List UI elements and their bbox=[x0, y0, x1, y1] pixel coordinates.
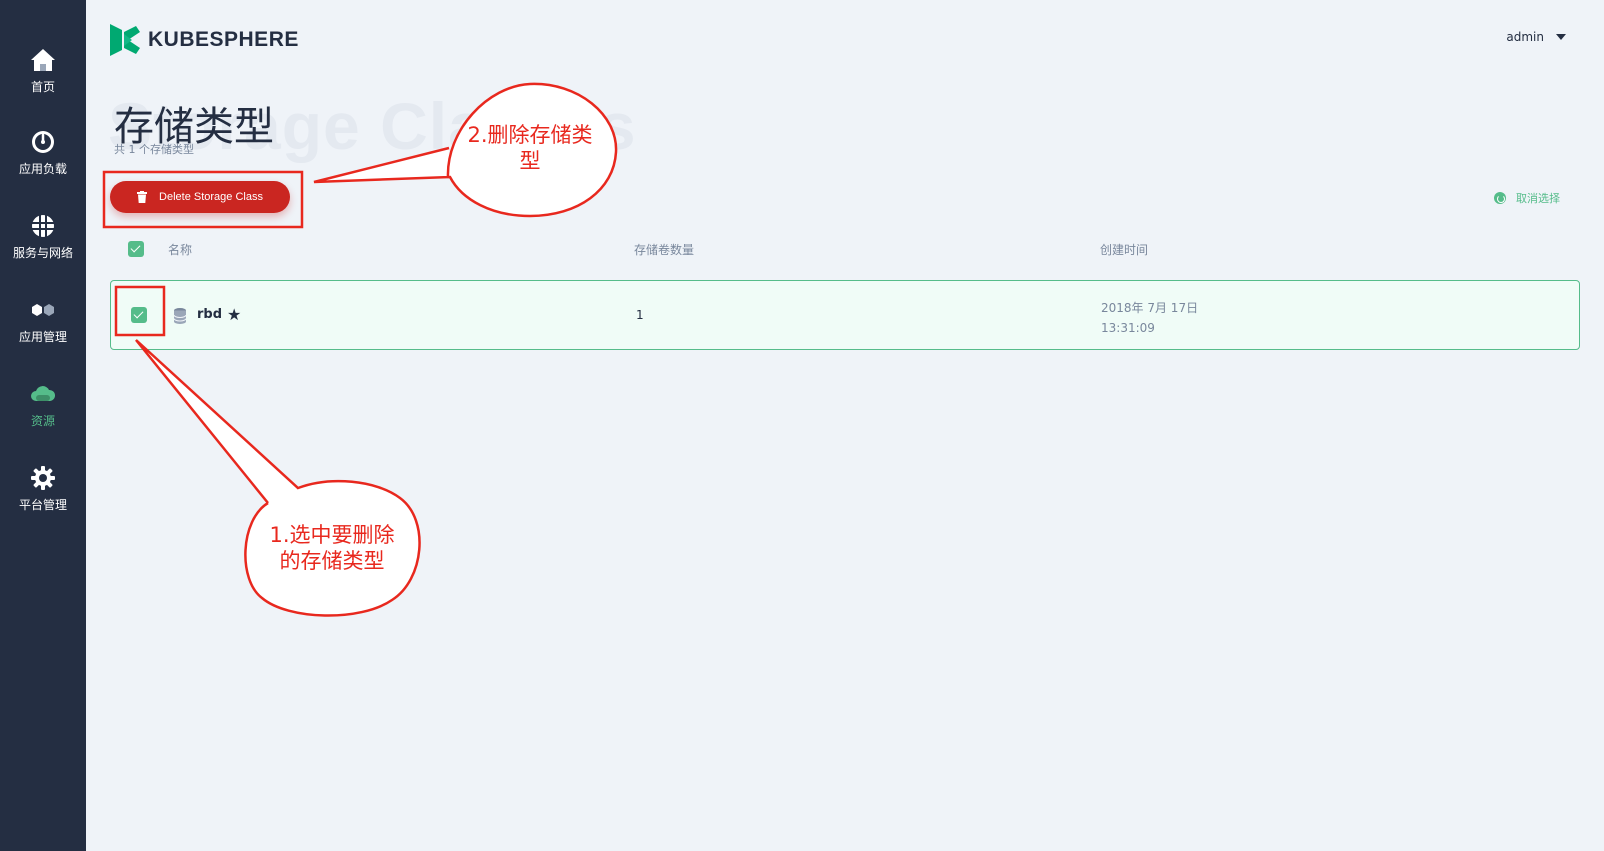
sidebar-item-label: 资源 bbox=[30, 414, 55, 428]
sidebar-item-services-network[interactable]: 服务与网络 bbox=[0, 212, 86, 261]
delete-button-label: Delete Storage Class bbox=[159, 191, 263, 203]
callout-text-select: 1.选中要删除 的存储类型 bbox=[252, 522, 412, 574]
page-subtitle: 共 1 个存储类型 bbox=[114, 143, 194, 156]
gear-icon bbox=[31, 466, 55, 490]
sidebar-item-label: 服务与网络 bbox=[12, 246, 73, 260]
created-clock-time: 13:31:09 bbox=[1101, 321, 1155, 335]
sidebar-item-workloads[interactable]: 应用负载 bbox=[0, 128, 86, 177]
delete-storage-class-button[interactable]: Delete Storage Class bbox=[110, 181, 290, 213]
main-content: KUBESPHERE admin Storage Classes 存储类型 共 … bbox=[86, 0, 1604, 851]
sidebar-item-resources[interactable]: 资源 bbox=[0, 380, 86, 429]
storage-database-icon bbox=[174, 308, 186, 324]
kubesphere-logo-icon bbox=[110, 24, 140, 56]
home-icon bbox=[31, 49, 55, 71]
username: admin bbox=[1506, 30, 1544, 44]
sidebar-item-label: 平台管理 bbox=[18, 498, 67, 512]
sidebar-item-label: 应用管理 bbox=[18, 330, 67, 344]
hexagon-apps-icon bbox=[32, 304, 54, 316]
refresh-icon bbox=[1494, 192, 1506, 204]
clear-selection-link[interactable]: 取消选择 bbox=[1494, 190, 1560, 206]
cloud-icon bbox=[31, 386, 56, 401]
select-all-checkbox[interactable] bbox=[128, 241, 144, 257]
callout-text-line: 型 bbox=[519, 149, 541, 173]
sidebar-item-label: 首页 bbox=[30, 80, 55, 94]
sidebar: 首页 应用负载 服务与网络 应用管理 资源 平台管理 bbox=[0, 0, 86, 851]
sidebar-item-app-management[interactable]: 应用管理 bbox=[0, 296, 86, 345]
clear-selection-label: 取消选择 bbox=[1516, 192, 1560, 205]
callout-text-line: 的存储类型 bbox=[279, 549, 385, 573]
callout-text-line: 2.删除存储类 bbox=[467, 123, 593, 147]
row-checkbox[interactable] bbox=[131, 307, 147, 323]
column-header-volume-count: 存储卷数量 bbox=[634, 243, 695, 257]
column-header-created-time[interactable]: 创建时间 bbox=[1100, 241, 1148, 258]
logo[interactable]: KUBESPHERE bbox=[110, 24, 299, 56]
column-header-name[interactable]: 名称 bbox=[168, 241, 192, 258]
trash-icon bbox=[137, 191, 148, 203]
sidebar-item-home[interactable]: 首页 bbox=[0, 46, 86, 95]
dashboard-gauge-icon bbox=[32, 131, 54, 153]
volume-count: 1 bbox=[636, 308, 644, 322]
default-star-icon: ★ bbox=[227, 305, 242, 324]
caret-down-icon bbox=[1556, 34, 1566, 40]
sidebar-item-label: 应用负载 bbox=[18, 162, 67, 176]
globe-network-icon bbox=[32, 215, 54, 237]
user-menu[interactable]: admin bbox=[1506, 30, 1566, 44]
sidebar-item-platform[interactable]: 平台管理 bbox=[0, 464, 86, 513]
created-time: 2018年 7月 17日 13:31:09 bbox=[1101, 298, 1198, 338]
table-row[interactable]: rbd ★ 1 2018年 7月 17日 13:31:09 bbox=[110, 280, 1580, 350]
logo-text: KUBESPHERE bbox=[148, 28, 299, 51]
created-date: 2018年 7月 17日 bbox=[1101, 301, 1199, 315]
storage-class-name[interactable]: rbd bbox=[197, 307, 222, 322]
callout-text-line: 1.选中要删除 bbox=[269, 523, 395, 547]
callout-text-delete: 2.删除存储类 型 bbox=[450, 122, 610, 174]
